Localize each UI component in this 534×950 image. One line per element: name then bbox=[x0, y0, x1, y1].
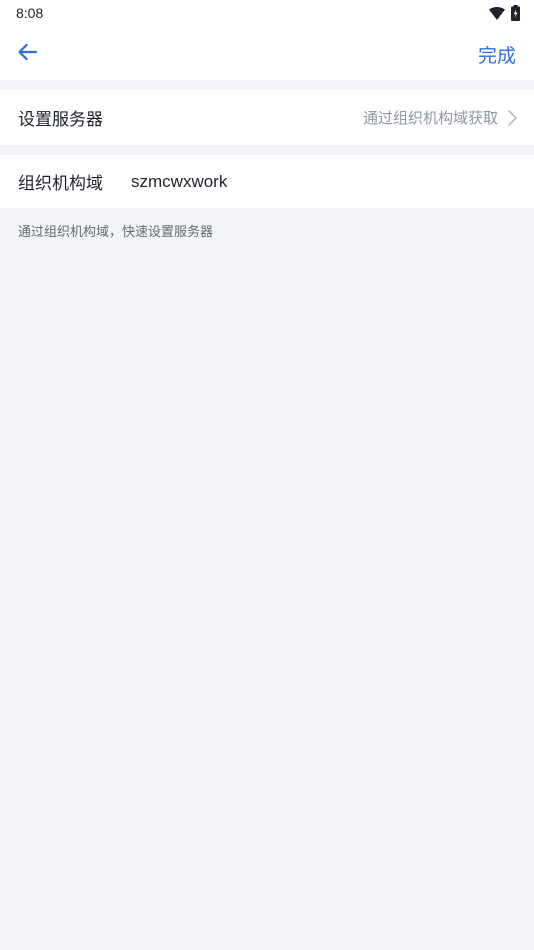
chevron-right-icon bbox=[506, 108, 520, 128]
org-domain-row: 组织机构域 bbox=[0, 155, 534, 208]
status-bar: 8:08 bbox=[0, 0, 534, 28]
arrow-left-icon bbox=[17, 43, 38, 65]
section-gap bbox=[0, 145, 534, 155]
set-server-value: 通过组织机构域获取 bbox=[362, 109, 498, 127]
back-button[interactable] bbox=[12, 40, 42, 68]
battery-charging-icon bbox=[511, 5, 520, 21]
org-domain-input[interactable] bbox=[131, 171, 471, 192]
set-server-row[interactable]: 设置服务器 通过组织机构域获取 bbox=[0, 90, 534, 145]
status-icons bbox=[489, 5, 520, 21]
set-server-label: 设置服务器 bbox=[18, 110, 103, 130]
hint-text: 通过组织机构域，快速设置服务器 bbox=[18, 225, 214, 240]
status-time: 8:08 bbox=[16, 5, 44, 21]
wifi-icon bbox=[489, 6, 505, 20]
done-button[interactable]: 完成 bbox=[478, 41, 516, 68]
section-gap bbox=[0, 80, 534, 90]
nav-bar: 完成 bbox=[0, 28, 534, 80]
org-domain-label: 组织机构域 bbox=[18, 174, 103, 194]
